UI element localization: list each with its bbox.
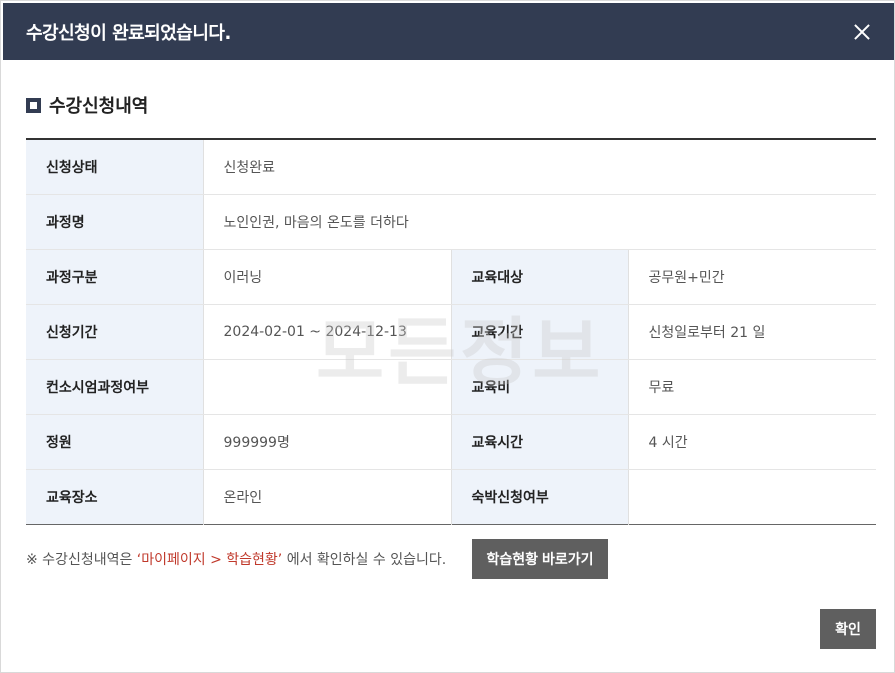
- table-row: 신청기간 2024-02-01 ~ 2024-12-13 교육기간 신청일로부터…: [26, 304, 877, 360]
- lodging-label: 숙박신청여부: [451, 469, 629, 524]
- lodging-value: [628, 469, 876, 524]
- notice-highlight: ‘마이페이지 > 학습현황’: [136, 552, 283, 568]
- enrollment-complete-modal: 수강신청이 완료되었습니다. 수강신청내역 신청상태 신청완료 과정명 노인인권…: [0, 0, 895, 673]
- section-heading: 수강신청내역: [26, 93, 148, 117]
- table-row: 과정명 노인인권, 마음의 온도를 더하다: [26, 194, 877, 250]
- table-row: 과정구분 이러닝 교육대상 공무원+민간: [26, 249, 877, 305]
- hours-value: 4 시간: [628, 414, 877, 470]
- status-label: 신청상태: [26, 139, 204, 195]
- location-label: 교육장소: [26, 469, 204, 524]
- capacity-label: 정원: [26, 414, 204, 470]
- course-type-label: 과정구분: [26, 249, 204, 305]
- course-name-value: 노인인권, 마음의 온도를 더하다: [203, 194, 877, 250]
- table-row: 컨소시엄과정여부 교육비 무료: [26, 359, 877, 415]
- table-row: 신청상태 신청완료: [26, 139, 877, 195]
- notice-prefix: ※ 수강신청내역은: [26, 552, 137, 568]
- notice-suffix: 에서 확인하실 수 있습니다.: [282, 552, 447, 568]
- modal-title: 수강신청이 완료되었습니다.: [26, 22, 231, 44]
- notice-text: ※ 수강신청내역은 ‘마이페이지 > 학습현황’ 에서 확인하실 수 있습니다.: [26, 549, 446, 569]
- hours-label: 교육시간: [451, 414, 629, 470]
- consortium-label: 컨소시엄과정여부: [26, 359, 204, 415]
- modal-header: 수강신청이 완료되었습니다.: [3, 3, 894, 60]
- fee-value: 무료: [628, 359, 877, 415]
- course-name-label: 과정명: [26, 194, 204, 250]
- target-label: 교육대상: [451, 249, 629, 305]
- edu-period-value: 신청일로부터 21 일: [628, 304, 877, 360]
- course-type-value: 이러닝: [203, 249, 452, 305]
- consortium-value: [203, 359, 452, 415]
- close-icon[interactable]: [850, 20, 874, 44]
- section-title: 수강신청내역: [49, 96, 149, 117]
- confirm-button[interactable]: 확인: [820, 609, 876, 649]
- location-value: 온라인: [203, 469, 452, 524]
- square-bullet-icon: [26, 97, 41, 113]
- edu-period-label: 교육기간: [451, 304, 629, 360]
- capacity-value: 999999명: [203, 414, 452, 470]
- fee-label: 교육비: [451, 359, 629, 415]
- target-value: 공무원+민간: [628, 249, 877, 305]
- apply-period-label: 신청기간: [26, 304, 204, 360]
- table-row: 정원 999999명 교육시간 4 시간: [26, 414, 877, 470]
- enrollment-info-table: 신청상태 신청완료 과정명 노인인권, 마음의 온도를 더하다 과정구분 이러닝…: [26, 138, 877, 525]
- table-row: 교육장소 온라인 숙박신청여부: [26, 469, 876, 524]
- status-value: 신청완료: [203, 139, 877, 195]
- apply-period-value: 2024-02-01 ~ 2024-12-13: [203, 304, 452, 360]
- go-learning-status-button[interactable]: 학습현황 바로가기: [472, 539, 608, 579]
